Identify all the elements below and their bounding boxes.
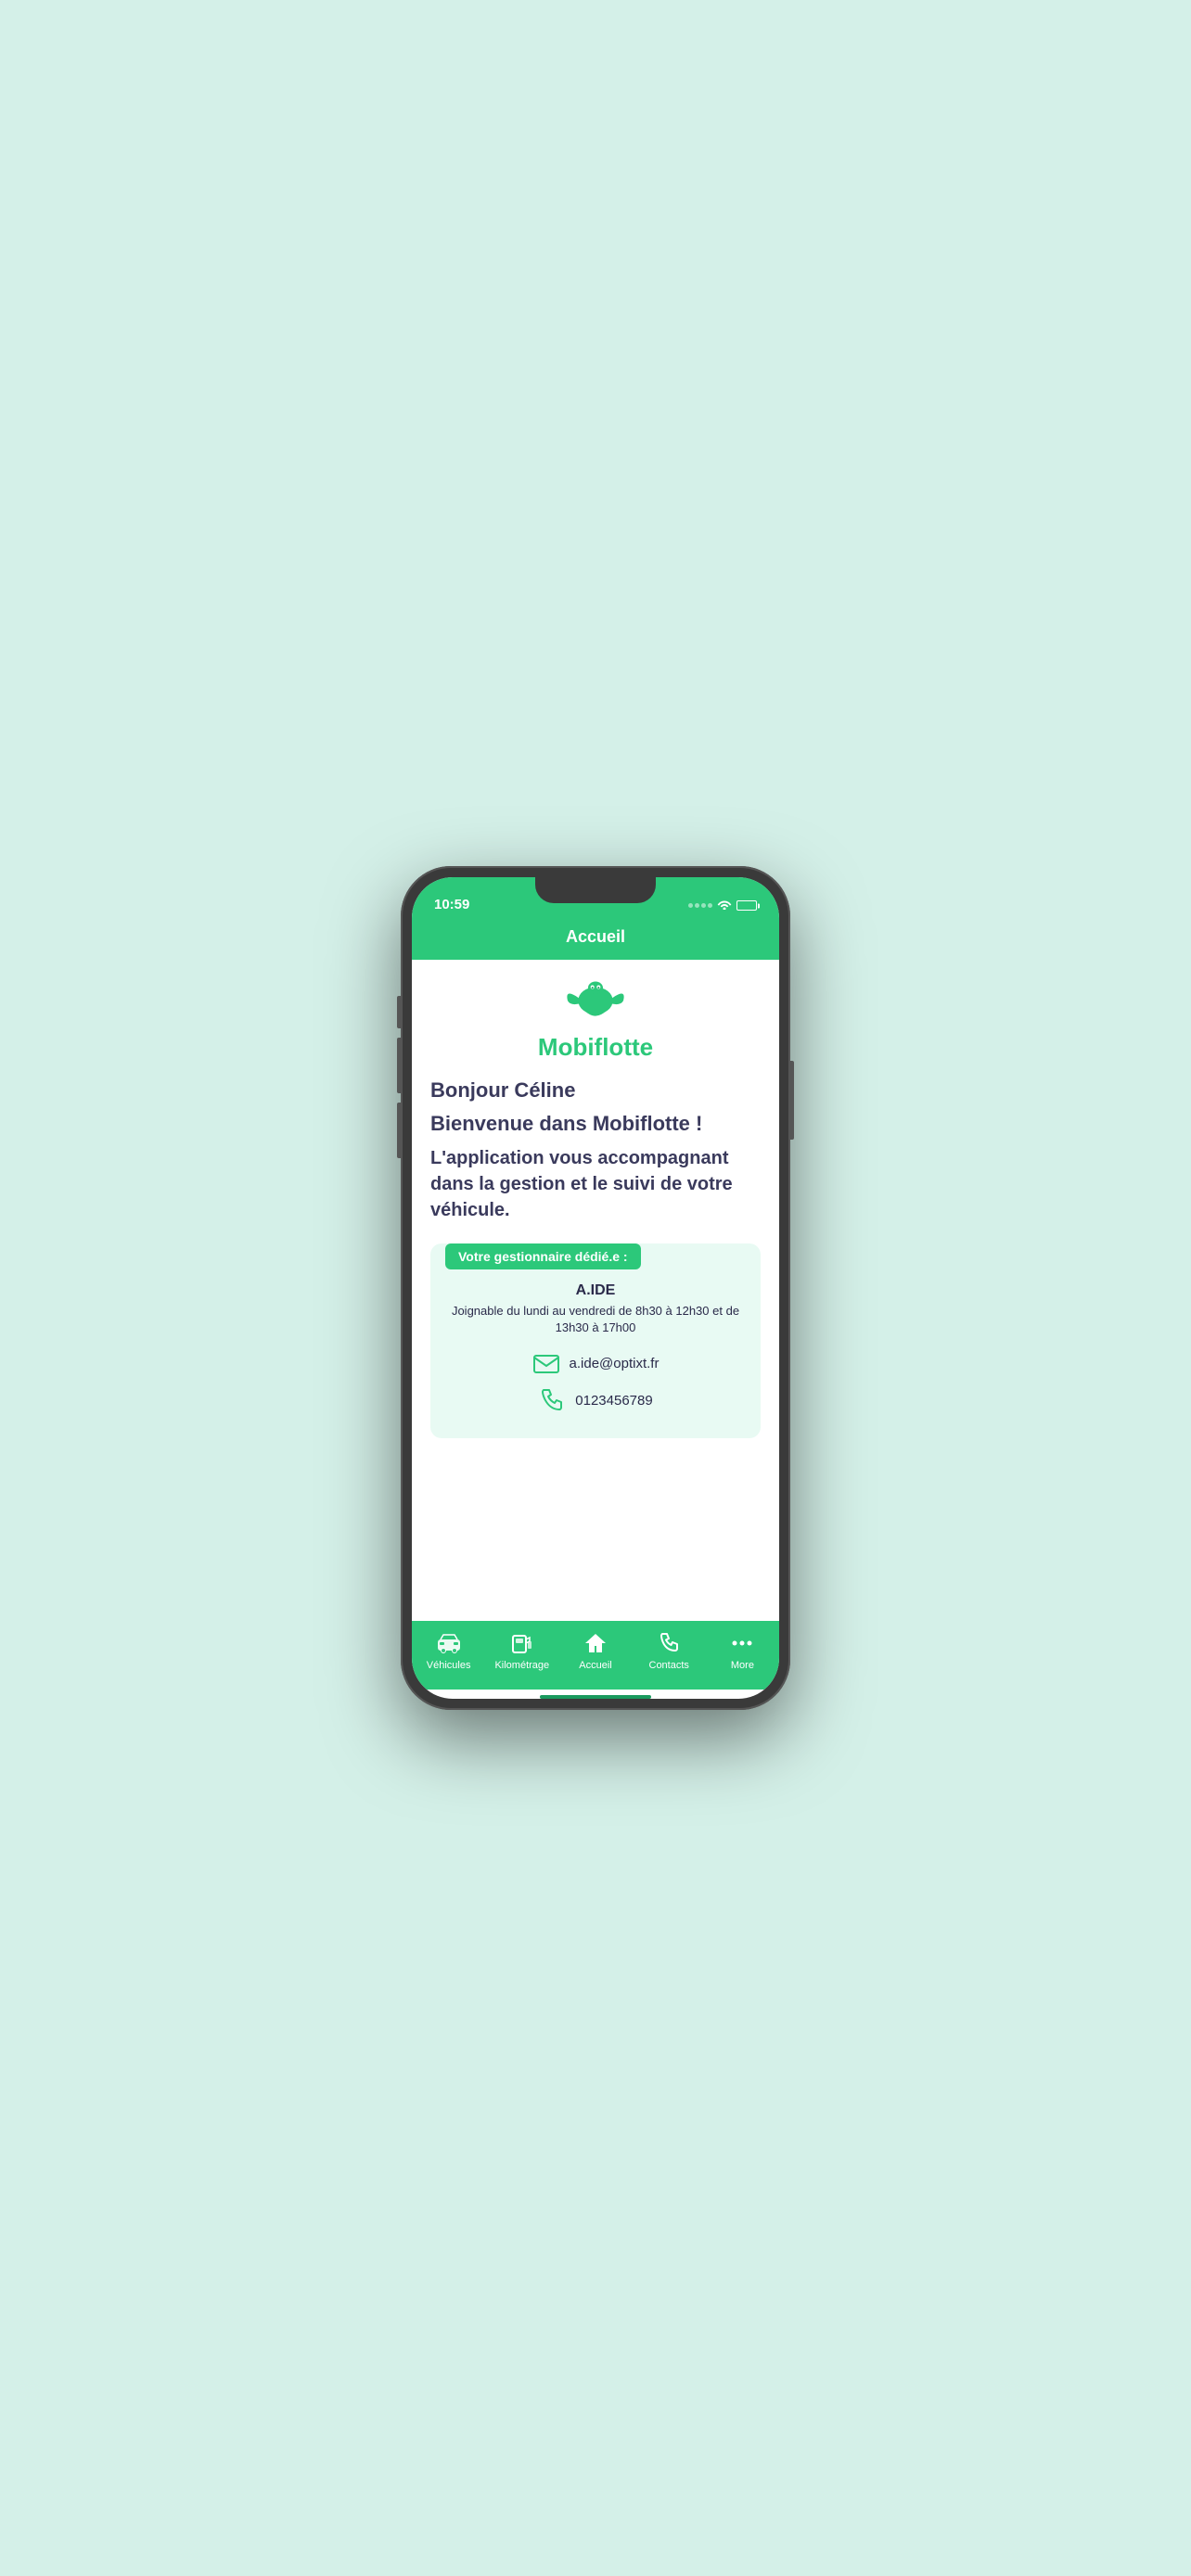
email-row[interactable]: a.ide@optixt.fr (430, 1349, 761, 1377)
nav-label-contacts: Contacts (649, 1660, 689, 1671)
nav-label-accueil: Accueil (579, 1660, 611, 1671)
nav-item-kilometrage[interactable]: Kilométrage (485, 1630, 558, 1671)
phone-screen: 10:59 (412, 877, 779, 1699)
status-time: 10:59 (434, 897, 469, 912)
phone-frame: 10:59 (401, 866, 790, 1710)
car-icon (436, 1630, 462, 1656)
nav-item-accueil[interactable]: Accueil (558, 1630, 632, 1671)
nav-label-kilometrage: Kilométrage (494, 1660, 549, 1671)
home-icon (583, 1630, 608, 1656)
contacts-phone-icon (656, 1630, 682, 1656)
email-icon (532, 1349, 560, 1377)
volume-up-button (397, 1038, 401, 1093)
signal-icon (688, 903, 712, 908)
home-indicator (540, 1695, 651, 1699)
manager-label: Votre gestionnaire dédié.e : (445, 1243, 641, 1269)
status-icons (688, 899, 757, 912)
battery-icon (736, 900, 757, 911)
main-content: Mobiflotte Bonjour Céline Bienvenue dans… (412, 960, 779, 1621)
nav-label-more: More (731, 1660, 754, 1671)
logo-text: Mobiflotte (538, 1033, 653, 1062)
manager-phone[interactable]: 0123456789 (575, 1393, 652, 1409)
mobiflotte-logo-icon (558, 978, 633, 1029)
volume-down-button (397, 1103, 401, 1158)
power-button (790, 1061, 794, 1140)
manager-card: Votre gestionnaire dédié.e : A.IDE Joign… (430, 1243, 761, 1438)
manager-hours: Joignable du lundi au vendredi de 8h30 à… (430, 1303, 761, 1336)
app-header: Accueil (412, 918, 779, 960)
manager-email[interactable]: a.ide@optixt.fr (570, 1356, 660, 1371)
bottom-nav: Véhicules Kilométrage Accueil (412, 1621, 779, 1690)
wifi-icon (717, 899, 732, 912)
phone-row[interactable]: 0123456789 (430, 1386, 761, 1414)
description-text: L'application vous accompagnant dans la … (430, 1145, 761, 1223)
nav-label-vehicules: Véhicules (427, 1660, 471, 1671)
greeting-text: Bonjour Céline (430, 1078, 761, 1103)
notch (535, 877, 656, 903)
fuel-icon (509, 1630, 535, 1656)
more-icon (729, 1630, 755, 1656)
manager-name: A.IDE (430, 1282, 761, 1299)
welcome-text: Bienvenue dans Mobiflotte ! (430, 1112, 761, 1136)
volume-mute-button (397, 996, 401, 1028)
logo-container: Mobiflotte (430, 978, 761, 1062)
nav-item-more[interactable]: More (706, 1630, 779, 1671)
nav-item-vehicules[interactable]: Véhicules (412, 1630, 485, 1671)
nav-item-contacts[interactable]: Contacts (633, 1630, 706, 1671)
phone-icon (538, 1386, 566, 1414)
header-title: Accueil (566, 927, 625, 946)
